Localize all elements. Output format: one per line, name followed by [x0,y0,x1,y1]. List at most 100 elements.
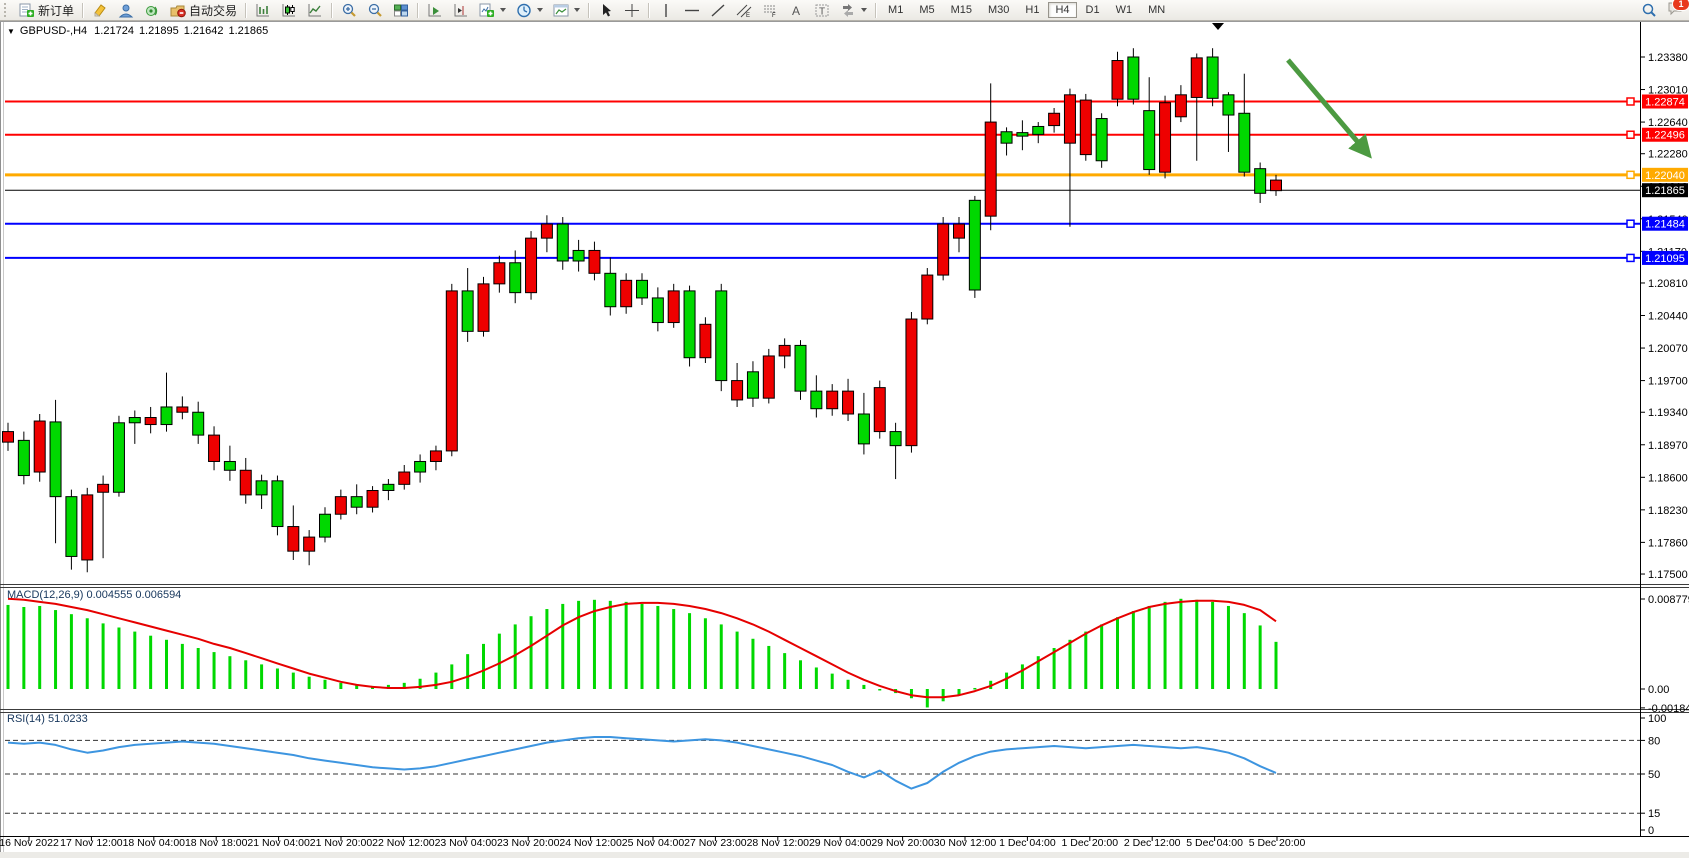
candle-body [462,291,473,331]
candle-body [732,381,743,400]
macd-bar [292,673,295,689]
line-chart-icon [307,3,323,18]
y-axis-label: 1.17500 [1648,569,1688,581]
periods-button[interactable] [511,0,548,20]
candle-body [652,298,663,323]
macd-bar [197,648,200,689]
marker-tool-button[interactable] [87,0,113,20]
search-icon[interactable] [1641,3,1657,18]
macd-bar [799,660,802,689]
chart-title: ▼ GBPUSD-,H4 1.21724 1.21895 1.21642 1.2… [7,25,268,37]
candle-body [954,224,965,238]
new-chart-button[interactable] [474,0,511,20]
timeframe-button-W1[interactable]: W1 [1109,2,1140,18]
timeframe-button-M1[interactable]: M1 [881,2,910,18]
timeframe-button-M15[interactable]: M15 [944,2,979,18]
line-chart-mode-button[interactable] [302,0,328,20]
x-axis-date-label: 24 Nov 12:00 [559,837,622,849]
level-handle-1.22874[interactable] [1627,98,1634,105]
candle-body [320,514,331,537]
candle-body [177,407,188,412]
timeframe-button-M30[interactable]: M30 [981,2,1016,18]
macd-bar [545,609,548,689]
zoom-out-button[interactable] [362,0,388,20]
x-axis-date-label: 18 Nov 18:00 [185,837,248,849]
autoscroll-icon [427,3,443,18]
candle-body [240,470,251,495]
signals-button[interactable] [139,0,165,20]
zoom-in-button[interactable] [336,0,362,20]
timeframe-button-MN[interactable]: MN [1141,2,1172,18]
autotrade-button[interactable]: 自动交易 [165,0,242,20]
timeframe-button-D1[interactable]: D1 [1079,2,1107,18]
templates-button[interactable] [548,0,585,20]
macd-bar [910,689,913,698]
toolbar-separator [417,3,419,18]
macd-bar [117,627,120,689]
x-axis-date-label: 23 Nov 04:00 [435,837,498,849]
macd-bar [102,623,105,689]
y-axis-label: 1.19340 [1648,407,1688,419]
chart-collapse-icon[interactable]: ▼ [7,27,15,36]
tile-windows-button[interactable] [388,0,414,20]
new-order-icon [19,3,35,18]
crosshair-tool-button[interactable] [619,0,645,20]
candle-body [874,388,885,432]
shapes-tool-button[interactable] [835,0,872,20]
bar-chart-mode-button[interactable] [250,0,276,20]
text-tool-button[interactable]: A [783,0,809,20]
fibonacci-tool-button[interactable]: F [757,0,783,20]
window-bottom-edge [0,852,1689,858]
timeframe-button-H4[interactable]: H4 [1048,2,1076,18]
chart-shift-button[interactable] [448,0,474,20]
community-button[interactable] [113,0,139,20]
x-axis-date-label: 28 Nov 12:00 [747,837,810,849]
ohlc-low: 1.21642 [184,25,224,37]
level-handle-1.21484[interactable] [1627,220,1634,227]
y-axis-label: 1.18230 [1648,505,1688,517]
hline-tool-button[interactable] [679,0,705,20]
rsi-axis-label: 15 [1648,808,1660,820]
channel-tool-button[interactable]: E [731,0,757,20]
yellow-marker-icon [92,3,108,18]
candle-body [1255,169,1266,194]
cursor-tool-button[interactable] [593,0,619,20]
macd-name: MACD(12,26,9) [7,589,83,601]
timeframe-bar: M1M5M15M30H1H4D1W1MN [880,2,1173,18]
x-axis-date-label: 1 Dec 20:00 [1061,837,1118,849]
level-handle-1.21095[interactable] [1627,254,1634,261]
x-axis-date-label: 30 Nov 12:00 [934,837,997,849]
autoscroll-button[interactable] [422,0,448,20]
candle-body [1096,119,1107,161]
candle-body [557,224,568,261]
level-handle-1.22040[interactable] [1627,171,1634,178]
candle-body [161,407,172,425]
chart-canvas[interactable]: 1.233801.230101.226401.222801.219101.215… [0,0,1689,858]
candle-body [415,461,426,472]
tile-windows-icon [393,3,409,18]
trendline-tool-button[interactable] [705,0,731,20]
rsi-axis-label: 50 [1648,769,1660,781]
level-handle-1.22496[interactable] [1627,131,1634,138]
macd-bar [466,654,469,689]
candle-body [890,432,901,446]
candle-body [193,412,204,435]
candle-body [573,250,584,261]
price-badge-label: 1.22040 [1645,170,1685,182]
timeframe-button-H1[interactable]: H1 [1018,2,1046,18]
rsi-axis-label: 0 [1648,825,1654,837]
candle-chart-mode-button[interactable] [276,0,302,20]
candle-body [938,224,949,275]
chat-button[interactable]: 1 [1667,1,1683,19]
vline-tool-button[interactable] [653,0,679,20]
macd-bar [434,673,437,689]
macd-bar [1179,599,1182,689]
text-label-tool-button[interactable]: T [809,0,835,20]
new-order-button[interactable]: 新订单 [14,0,79,20]
x-axis-date-label: 21 Nov 20:00 [310,837,373,849]
new-chart-icon [479,3,495,18]
macd-bar [815,667,818,689]
timeframe-button-M5[interactable]: M5 [912,2,941,18]
macd-bar [577,601,580,689]
candle-body [589,250,600,273]
